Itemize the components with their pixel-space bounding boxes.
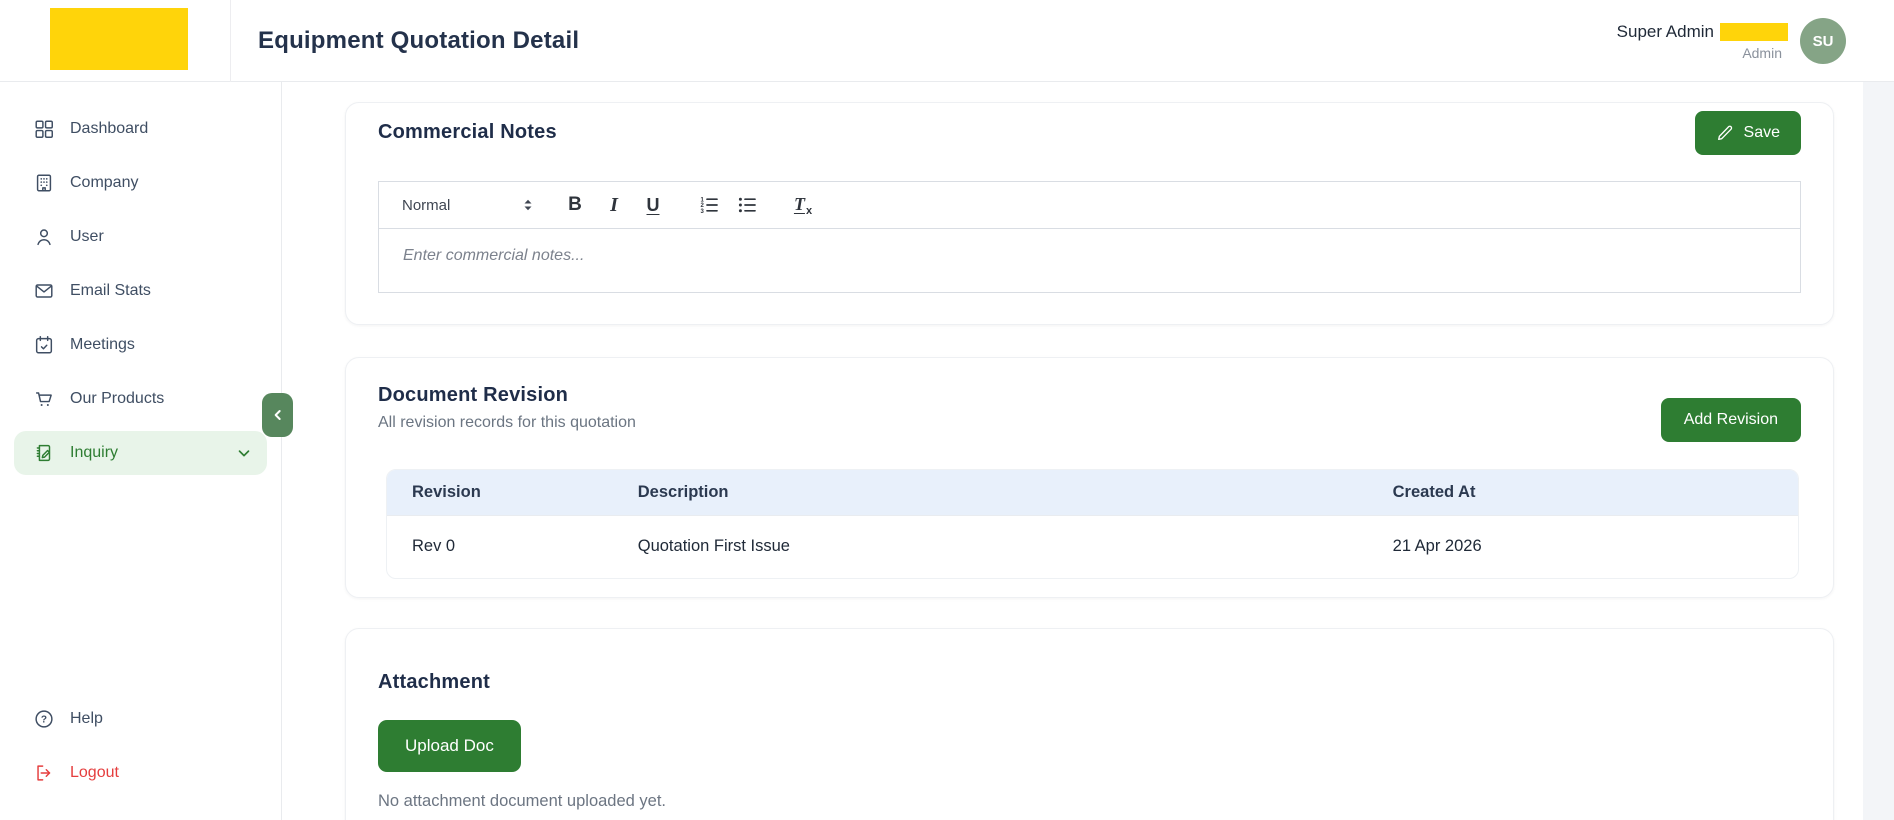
format-dropdown-value: Normal [402, 196, 451, 214]
svg-text:?: ? [41, 715, 47, 726]
commercial-notes-editor[interactable]: Enter commercial notes... [378, 229, 1801, 293]
sidebar-item-company[interactable]: Company [14, 161, 267, 205]
sidebar-item-label: Dashboard [70, 120, 149, 137]
user-icon [33, 226, 55, 248]
add-revision-button-label: Add Revision [1683, 411, 1778, 428]
bullet-list-icon [737, 195, 757, 215]
list-format-group: 1 2 3 [692, 190, 764, 220]
chevron-down-icon [235, 444, 253, 462]
cart-icon [33, 388, 55, 410]
add-revision-button[interactable]: Add Revision [1660, 398, 1801, 442]
editor-toolbar: Normal B I U 1 2 3 Tx [378, 181, 1801, 229]
upload-doc-button[interactable]: Upload Doc [378, 720, 521, 772]
upload-doc-button-label: Upload Doc [405, 736, 494, 755]
attachment-empty-text: No attachment document uploaded yet. [378, 792, 667, 810]
envelope-icon [33, 280, 55, 302]
ordered-list-icon: 1 2 3 [699, 195, 719, 215]
sidebar-collapse-button[interactable] [262, 393, 293, 437]
chevron-left-icon [270, 407, 286, 423]
clean-format-group: Tx [786, 190, 820, 220]
sidebar-item-help[interactable]: ? Help [14, 697, 267, 741]
rich-text-editor: Normal B I U 1 2 3 Tx Enter commercial n… [378, 181, 1801, 293]
user-chip[interactable]: Super Admin Admin SU [1617, 0, 1846, 82]
sidebar-item-meetings[interactable]: Meetings [14, 323, 267, 367]
logout-icon [33, 762, 55, 784]
company-icon [33, 172, 55, 194]
dashboard-icon [33, 118, 55, 140]
sidebar-item-label: Email Stats [70, 282, 151, 299]
sidebar-item-user[interactable]: User [14, 215, 267, 259]
sidebar-item-label: User [70, 228, 104, 245]
bold-button[interactable]: B [558, 190, 592, 220]
sidebar-item-label: Inquiry [70, 444, 119, 461]
updown-caret-icon [522, 198, 534, 212]
sidebar-item-email-stats[interactable]: Email Stats [14, 269, 267, 313]
table-row: Rev 0 Quotation First Issue 21 Apr 2026 [387, 514, 1798, 578]
format-dropdown[interactable]: Normal [402, 197, 534, 214]
revision-table-head: Revision Description Created At [387, 470, 1798, 515]
sidebar-item-label: Logout [70, 764, 119, 781]
page-title: Equipment Quotation Detail [258, 27, 580, 54]
bold-icon: B [568, 194, 582, 215]
calendar-check-icon [33, 334, 55, 356]
clear-formatting-icon: Tx [793, 193, 813, 217]
clear-formatting-button[interactable]: Tx [786, 190, 820, 220]
attachment-card: Attachment Upload Doc No attachment docu… [345, 628, 1834, 820]
commercial-notes-card: Commercial Notes Save Normal B I U 1 2 3… [345, 102, 1834, 325]
revision-table-body: Rev 0 Quotation First Issue 21 Apr 2026 [387, 514, 1798, 578]
help-icon: ? [33, 708, 55, 730]
pencil-icon [1716, 124, 1734, 142]
app-logo [50, 8, 188, 70]
app-root: Equipment Quotation Detail Super Admin A… [0, 0, 1894, 820]
page-scrollbar[interactable] [1863, 82, 1894, 820]
attachment-title: Attachment [378, 671, 491, 693]
table-cell: Rev 0 [387, 514, 613, 578]
sidebar-nav: Dashboard Company User Email Stats Meeti… [0, 82, 281, 475]
document-revision-card: Document Revision All revision records f… [345, 357, 1834, 598]
sidebar-item-label: Meetings [70, 336, 135, 353]
commercial-notes-title: Commercial Notes [378, 121, 557, 143]
sidebar-item-our-products[interactable]: Our Products [14, 377, 267, 421]
sidebar: Dashboard Company User Email Stats Meeti… [0, 82, 282, 820]
user-name: Super Admin [1616, 21, 1714, 41]
avatar[interactable]: SU [1800, 18, 1846, 64]
save-button[interactable]: Save [1694, 111, 1801, 155]
revision-table: Revision Description Created At Rev 0 Quo… [386, 469, 1799, 579]
user-meta: Super Admin Admin [1617, 22, 1788, 61]
column-header-revision: Revision [412, 482, 481, 501]
inline-format-group: B I U [558, 190, 670, 220]
header-logo-divider [230, 0, 231, 82]
sidebar-footer: ? Help Logout [0, 697, 281, 805]
user-flag-badge [1720, 22, 1788, 41]
sidebar-item-logout[interactable]: Logout [14, 751, 267, 795]
sidebar-item-label: Our Products [70, 390, 165, 407]
sidebar-item-label: Company [70, 174, 139, 191]
editor-placeholder: Enter commercial notes... [403, 247, 585, 264]
document-revision-subtitle: All revision records for this quotation [378, 414, 636, 431]
italic-button[interactable]: I [597, 190, 631, 220]
document-revision-title: Document Revision [378, 384, 569, 406]
sidebar-item-label: Help [70, 710, 103, 727]
column-header-description: Description [637, 482, 729, 501]
sidebar-item-dashboard[interactable]: Dashboard [14, 107, 267, 151]
top-header: Equipment Quotation Detail Super Admin A… [0, 0, 1894, 82]
save-button-label: Save [1743, 124, 1780, 141]
column-header-created-at: Created At [1392, 482, 1476, 501]
user-role: Admin [1742, 44, 1782, 61]
svg-text:3: 3 [701, 209, 705, 215]
table-header-row: Revision Description Created At [387, 470, 1798, 515]
underline-button[interactable]: U [636, 190, 670, 220]
table-cell: 21 Apr 2026 [1367, 514, 1798, 578]
sidebar-item-inquiry[interactable]: Inquiry [14, 431, 267, 475]
table-cell: Quotation First Issue [612, 514, 1368, 578]
inquiry-note-icon [33, 442, 55, 464]
ordered-list-button[interactable]: 1 2 3 [692, 190, 726, 220]
italic-icon: I [610, 193, 618, 216]
bullet-list-button[interactable] [730, 190, 764, 220]
underline-icon: U [646, 194, 660, 215]
